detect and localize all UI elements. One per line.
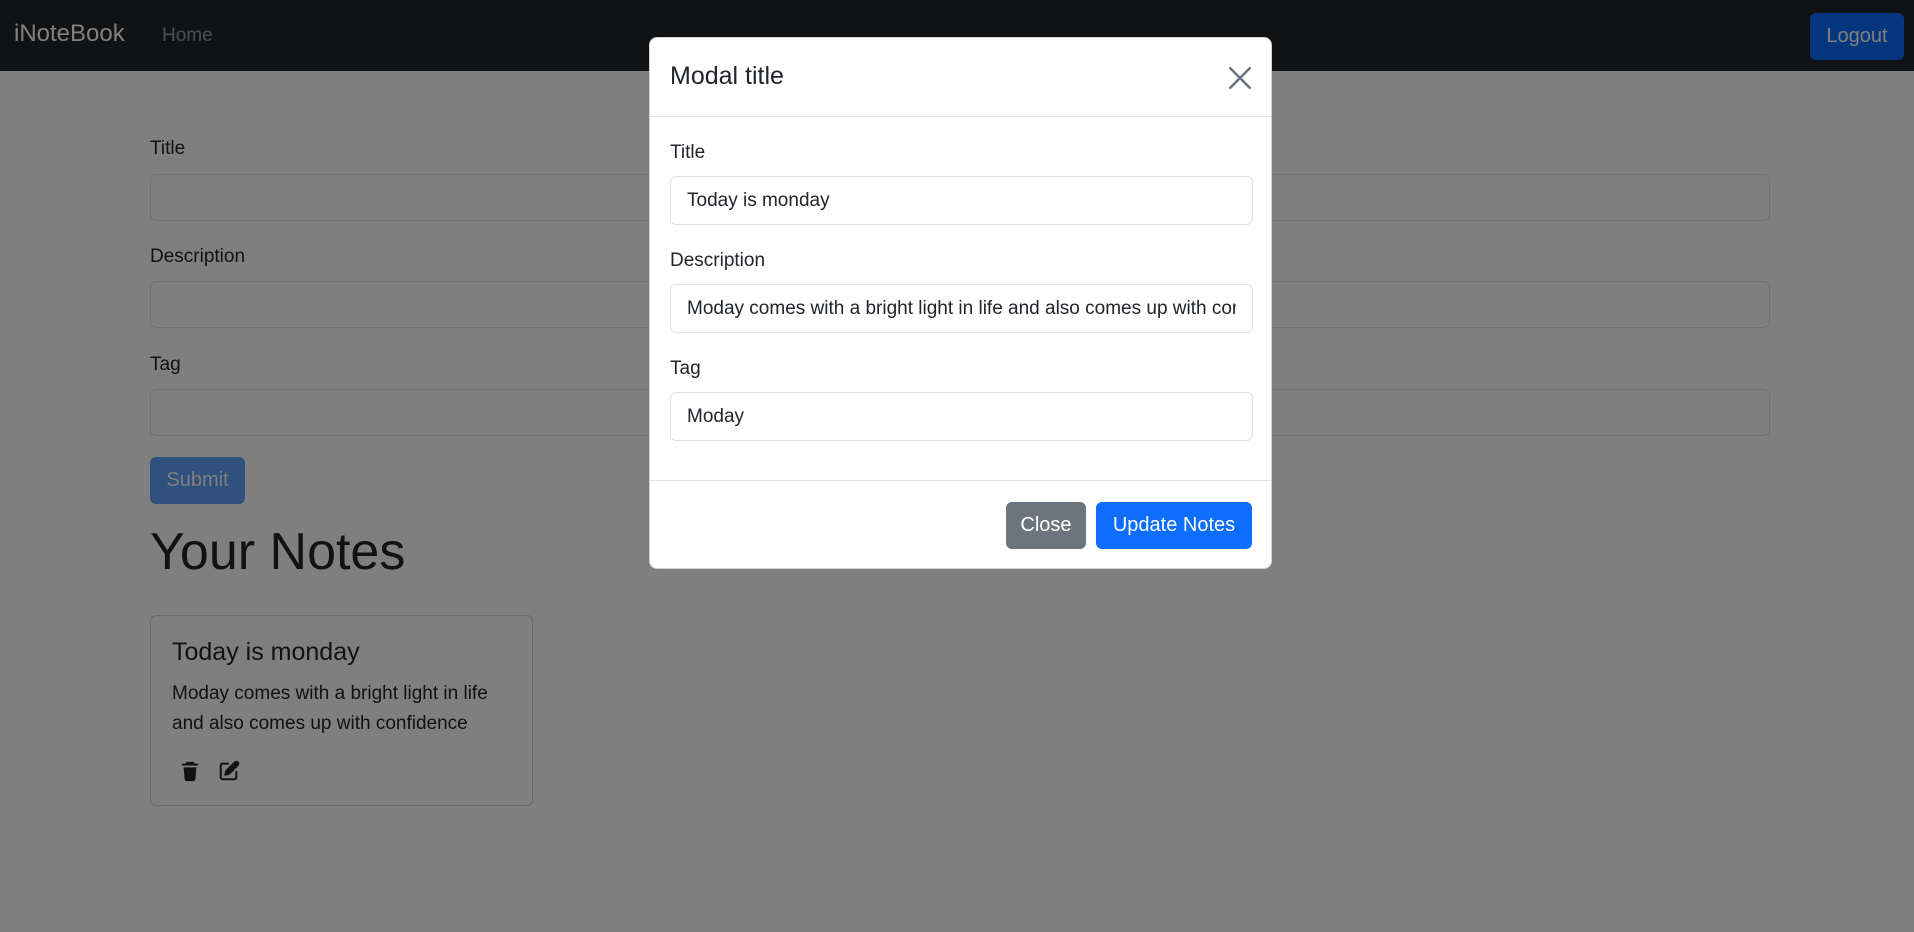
modal-description-input[interactable]	[670, 284, 1253, 333]
update-notes-button[interactable]: Update Notes	[1096, 502, 1252, 549]
modal-tag-input[interactable]	[670, 392, 1253, 441]
modal-header: Modal title	[650, 38, 1271, 117]
close-button[interactable]: Close	[1006, 502, 1086, 549]
modal-footer: Close Update Notes	[650, 480, 1271, 570]
page: iNoteBook Home Logout Title Description …	[0, 0, 1914, 932]
close-icon[interactable]	[1227, 65, 1253, 91]
modal-description-label: Description	[670, 250, 766, 271]
modal-title: Modal title	[670, 62, 784, 90]
modal-title-input[interactable]	[670, 176, 1253, 225]
edit-note-modal: Modal title Title Description Tag Close …	[649, 37, 1272, 569]
modal-title-label: Title	[670, 142, 706, 163]
modal-tag-label: Tag	[670, 358, 701, 379]
